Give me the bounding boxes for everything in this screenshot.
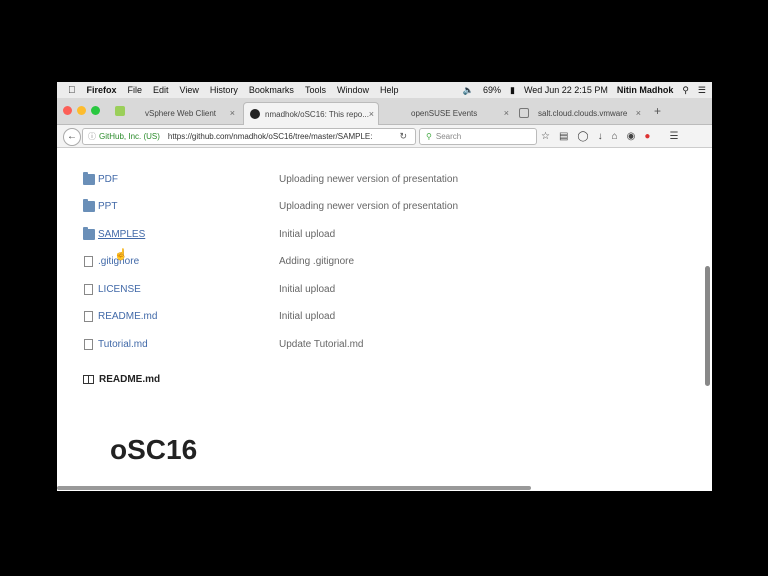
commit-message[interactable]: Uploading newer version of presentation [279,201,458,212]
chat-icon[interactable]: ◉ [627,131,636,142]
info-icon[interactable]: ⓘ [88,131,96,142]
minimize-window-button[interactable] [77,106,86,115]
tab-bar: vSphere Web Client × nmadhok/oSC16: This… [57,98,712,125]
bookmark-star-icon[interactable]: ☆ [541,131,550,142]
user-name[interactable]: Nitin Madhok [617,85,674,95]
list-item[interactable]: .gitignore Adding .gitignore [83,253,683,269]
close-tab-icon[interactable]: × [636,108,641,118]
menu-history[interactable]: History [210,85,238,95]
commit-message[interactable]: Update Tutorial.md [279,339,364,350]
close-tab-icon[interactable]: × [230,108,235,118]
tab-opensuse[interactable]: openSUSE Events × [383,102,513,124]
file-icon [84,338,93,350]
tab-vsphere[interactable]: vSphere Web Client × [135,102,239,124]
close-window-button[interactable] [63,106,72,115]
screen:  Firefox File Edit View History Bookmar… [57,82,712,491]
book-icon [83,375,94,384]
list-item[interactable]: Tutorial.md Update Tutorial.md [83,336,683,352]
menu-help[interactable]: Help [380,85,399,95]
search-bar[interactable]: ⚲ Search [419,128,537,145]
menu-edit[interactable]: Edit [153,85,169,95]
readme-header-label: README.md [99,374,161,385]
apple-icon[interactable]:  [68,85,76,96]
pocket-icon[interactable]: ◯ [577,131,588,142]
menu-bookmarks[interactable]: Bookmarks [249,85,294,95]
close-tab-icon[interactable]: × [504,108,509,118]
back-button[interactable]: ← [63,128,81,146]
file-icon [84,255,93,267]
folder-icon [83,226,95,240]
close-tab-icon[interactable]: × [369,109,374,119]
folder-icon [83,198,95,212]
page-content: PDF Uploading newer version of presentat… [57,148,712,491]
folder-icon [83,171,95,185]
menu-tools[interactable]: Tools [305,85,326,95]
pinned-tab-icon[interactable] [115,106,125,116]
file-name-link[interactable]: Tutorial.md [98,339,148,350]
readme-header: README.md [83,374,160,385]
download-icon[interactable]: ↓ [598,131,603,142]
commit-message[interactable]: Uploading newer version of presentation [279,174,458,185]
reload-icon[interactable]: ↻ [399,131,407,142]
spotlight-search-icon[interactable]: ⚲ [682,85,689,96]
list-item[interactable]: LICENSE Initial upload [83,281,683,297]
page-icon [519,108,529,118]
menu-view[interactable]: View [180,85,199,95]
tab-salt[interactable]: salt.cloud.clouds.vmware × [515,102,645,124]
cut-off-commit-row [83,144,703,156]
file-name-link[interactable]: PDF [98,174,118,185]
home-icon[interactable]: ⌂ [612,131,618,142]
addon-icon[interactable]: ● [644,131,650,142]
file-name-link[interactable]: LICENSE [98,284,141,295]
url-bar[interactable]: ⓘ GitHub, Inc. (US) https://github.com/n… [82,128,416,145]
search-icon: ⚲ [426,132,432,141]
horizontal-scrollbar[interactable] [57,486,531,490]
menu-list-icon[interactable]: ☰ [698,85,706,96]
url-text[interactable]: https://github.com/nmadhok/oSC16/tree/ma… [168,132,373,141]
file-name-link[interactable]: README.md [98,311,157,322]
battery-percent[interactable]: 69% [483,85,501,95]
list-item[interactable]: SAMPLES Initial upload [83,226,683,242]
search-placeholder: Search [435,132,462,141]
new-tab-icon[interactable]: + [654,104,661,118]
battery-icon: ▮ [509,84,515,95]
file-icon [84,283,93,295]
commit-message[interactable]: Initial upload [279,229,335,240]
security-label[interactable]: GitHub, Inc. (US) [99,132,160,141]
menu-app-name[interactable]: Firefox [87,85,117,95]
tab-title: salt.cloud.clouds.vmware [538,108,628,118]
commit-message[interactable]: Initial upload [279,284,335,295]
tab-title: nmadhok/oSC16: This repo... [265,109,369,119]
volume-icon[interactable]: 🔈 [463,85,474,96]
tab-github[interactable]: nmadhok/oSC16: This repo... × [243,102,379,125]
list-item[interactable]: PPT Uploading newer version of presentat… [83,198,683,214]
hamburger-menu-icon[interactable]: ☰ [669,131,678,142]
file-name-link[interactable]: PPT [98,201,117,212]
clock[interactable]: Wed Jun 22 2:15 PM [524,85,608,95]
list-item[interactable]: README.md Initial upload [83,308,683,324]
github-icon [250,109,260,119]
tab-title: vSphere Web Client [145,108,216,118]
vertical-scrollbar[interactable] [705,266,710,386]
mouse-cursor-icon: ☝ [114,249,128,261]
mac-menu-bar:  Firefox File Edit View History Bookmar… [57,82,712,98]
tab-title: openSUSE Events [411,108,478,118]
list-item[interactable]: PDF Uploading newer version of presentat… [83,171,683,187]
readme-title: oSC16 [110,434,198,465]
maximize-window-button[interactable] [91,106,100,115]
commit-message[interactable]: Initial upload [279,311,335,322]
toolbar-icons: ☆ ▤ ◯ ↓ ⌂ ◉ ● ☰ [541,128,687,144]
file-icon [84,310,93,322]
menu-file[interactable]: File [128,85,143,95]
file-name-link[interactable]: SAMPLES [98,229,145,240]
menu-window[interactable]: Window [337,85,369,95]
commit-message[interactable]: Adding .gitignore [279,256,354,267]
reader-icon[interactable]: ▤ [559,131,568,142]
